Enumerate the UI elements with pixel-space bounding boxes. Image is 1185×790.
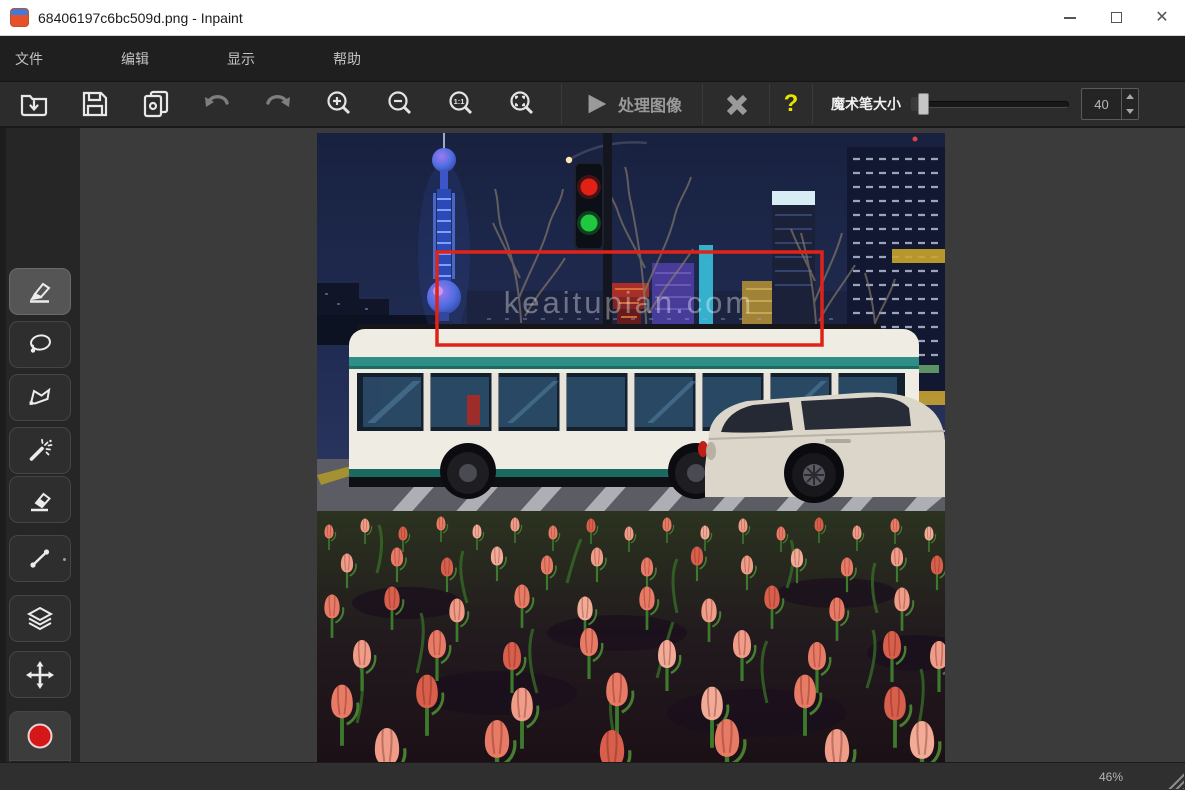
layers-tool-button[interactable] bbox=[9, 595, 71, 642]
process-image-label: 处理图像 bbox=[618, 92, 682, 116]
photo-night-scene: .c1{fill:#e87b66}.c2{fill:#ef9c88}.c3{fi… bbox=[317, 133, 945, 762]
play-icon bbox=[582, 90, 610, 118]
maximize-button[interactable] bbox=[1093, 0, 1139, 36]
copy-button[interactable] bbox=[134, 84, 178, 124]
maximize-icon bbox=[1111, 12, 1122, 23]
menu-help[interactable]: 帮助 bbox=[333, 49, 365, 69]
title-bar: 68406197c6bc509d.png - Inpaint ✕ bbox=[0, 0, 1185, 36]
zoom-actual-icon: 1:1 bbox=[446, 89, 476, 119]
menu-edit[interactable]: 编辑 bbox=[121, 49, 153, 69]
sidebar-edge bbox=[0, 128, 6, 762]
magic-wand-tool-button[interactable] bbox=[9, 427, 71, 474]
layers-icon bbox=[25, 604, 55, 634]
eraser-tool-button[interactable] bbox=[9, 476, 71, 523]
move-icon bbox=[25, 660, 55, 690]
help-button[interactable]: ? bbox=[770, 84, 812, 124]
spin-arrows bbox=[1121, 89, 1138, 119]
zoom-out-icon bbox=[385, 89, 415, 119]
clear-selection-button[interactable] bbox=[703, 84, 769, 124]
zoom-level-indicator: 46% bbox=[1099, 770, 1123, 784]
slider-handle[interactable] bbox=[918, 93, 929, 115]
canvas-image[interactable]: .c1{fill:#e87b66}.c2{fill:#ef9c88}.c3{fi… bbox=[317, 133, 945, 762]
lasso-icon bbox=[25, 330, 55, 360]
close-icon: ✕ bbox=[1155, 10, 1168, 26]
line-icon bbox=[25, 544, 55, 574]
process-image-button[interactable]: 处理图像 bbox=[562, 84, 702, 124]
help-icon: ? bbox=[784, 90, 799, 118]
move-tool-button[interactable] bbox=[9, 651, 71, 698]
undo-icon bbox=[202, 89, 232, 119]
spin-down-button[interactable] bbox=[1122, 104, 1138, 119]
copy-icon bbox=[141, 89, 171, 119]
brush-size-label: 魔术笔大小 bbox=[831, 94, 901, 114]
menu-file[interactable]: 文件 bbox=[15, 49, 47, 69]
tool-sidebar bbox=[0, 128, 80, 762]
marker-tool-button[interactable] bbox=[9, 268, 71, 315]
open-icon bbox=[19, 89, 49, 119]
brush-size-slider[interactable] bbox=[911, 91, 1069, 117]
main-area: .c1{fill:#e87b66}.c2{fill:#ef9c88}.c3{fi… bbox=[0, 128, 1185, 762]
zoom-in-icon bbox=[324, 89, 354, 119]
redo-icon bbox=[263, 89, 293, 119]
red-marker-color-button[interactable] bbox=[9, 711, 71, 760]
toolbar-separator bbox=[812, 84, 813, 124]
save-icon bbox=[80, 89, 110, 119]
line-tool-button[interactable] bbox=[9, 535, 71, 582]
close-button[interactable]: ✕ bbox=[1139, 0, 1185, 36]
open-button[interactable] bbox=[12, 84, 56, 124]
brush-size-value[interactable]: 40 bbox=[1082, 89, 1121, 119]
lasso-tool-button[interactable] bbox=[9, 321, 71, 368]
minimize-icon bbox=[1064, 17, 1076, 19]
brush-size-spinbox[interactable]: 40 bbox=[1081, 88, 1139, 120]
polygon-lasso-icon bbox=[25, 383, 55, 413]
zoom-fit-icon bbox=[507, 89, 537, 119]
menu-bar: 文件 编辑 显示 帮助 bbox=[0, 36, 1185, 82]
redo-button[interactable] bbox=[256, 84, 300, 124]
eraser-icon bbox=[25, 485, 55, 515]
minimize-button[interactable] bbox=[1047, 0, 1093, 36]
red-marker-icon bbox=[25, 721, 55, 751]
status-bar: 46% bbox=[0, 762, 1185, 790]
watermark-text: keaitupian.com bbox=[504, 285, 755, 320]
spin-up-button[interactable] bbox=[1122, 89, 1138, 104]
clear-x-icon bbox=[721, 89, 751, 119]
marker-icon bbox=[25, 277, 55, 307]
toolbar: 1:1 处理图像 ? 魔术笔大小 40 bbox=[0, 82, 1185, 128]
zoom-actual-label: 1:1 bbox=[454, 97, 465, 106]
zoom-in-button[interactable] bbox=[317, 84, 361, 124]
zoom-out-button[interactable] bbox=[378, 84, 422, 124]
slider-track[interactable] bbox=[911, 101, 1069, 108]
menu-view[interactable]: 显示 bbox=[227, 49, 259, 69]
zoom-actual-button[interactable]: 1:1 bbox=[439, 84, 483, 124]
app-icon bbox=[10, 8, 29, 27]
undo-button[interactable] bbox=[195, 84, 239, 124]
window-title: 68406197c6bc509d.png - Inpaint bbox=[38, 10, 1047, 26]
save-button[interactable] bbox=[73, 84, 117, 124]
polygon-lasso-tool-button[interactable] bbox=[9, 374, 71, 421]
resize-grip[interactable] bbox=[1167, 772, 1184, 789]
zoom-fit-button[interactable] bbox=[500, 84, 544, 124]
magic-wand-icon bbox=[25, 436, 55, 466]
